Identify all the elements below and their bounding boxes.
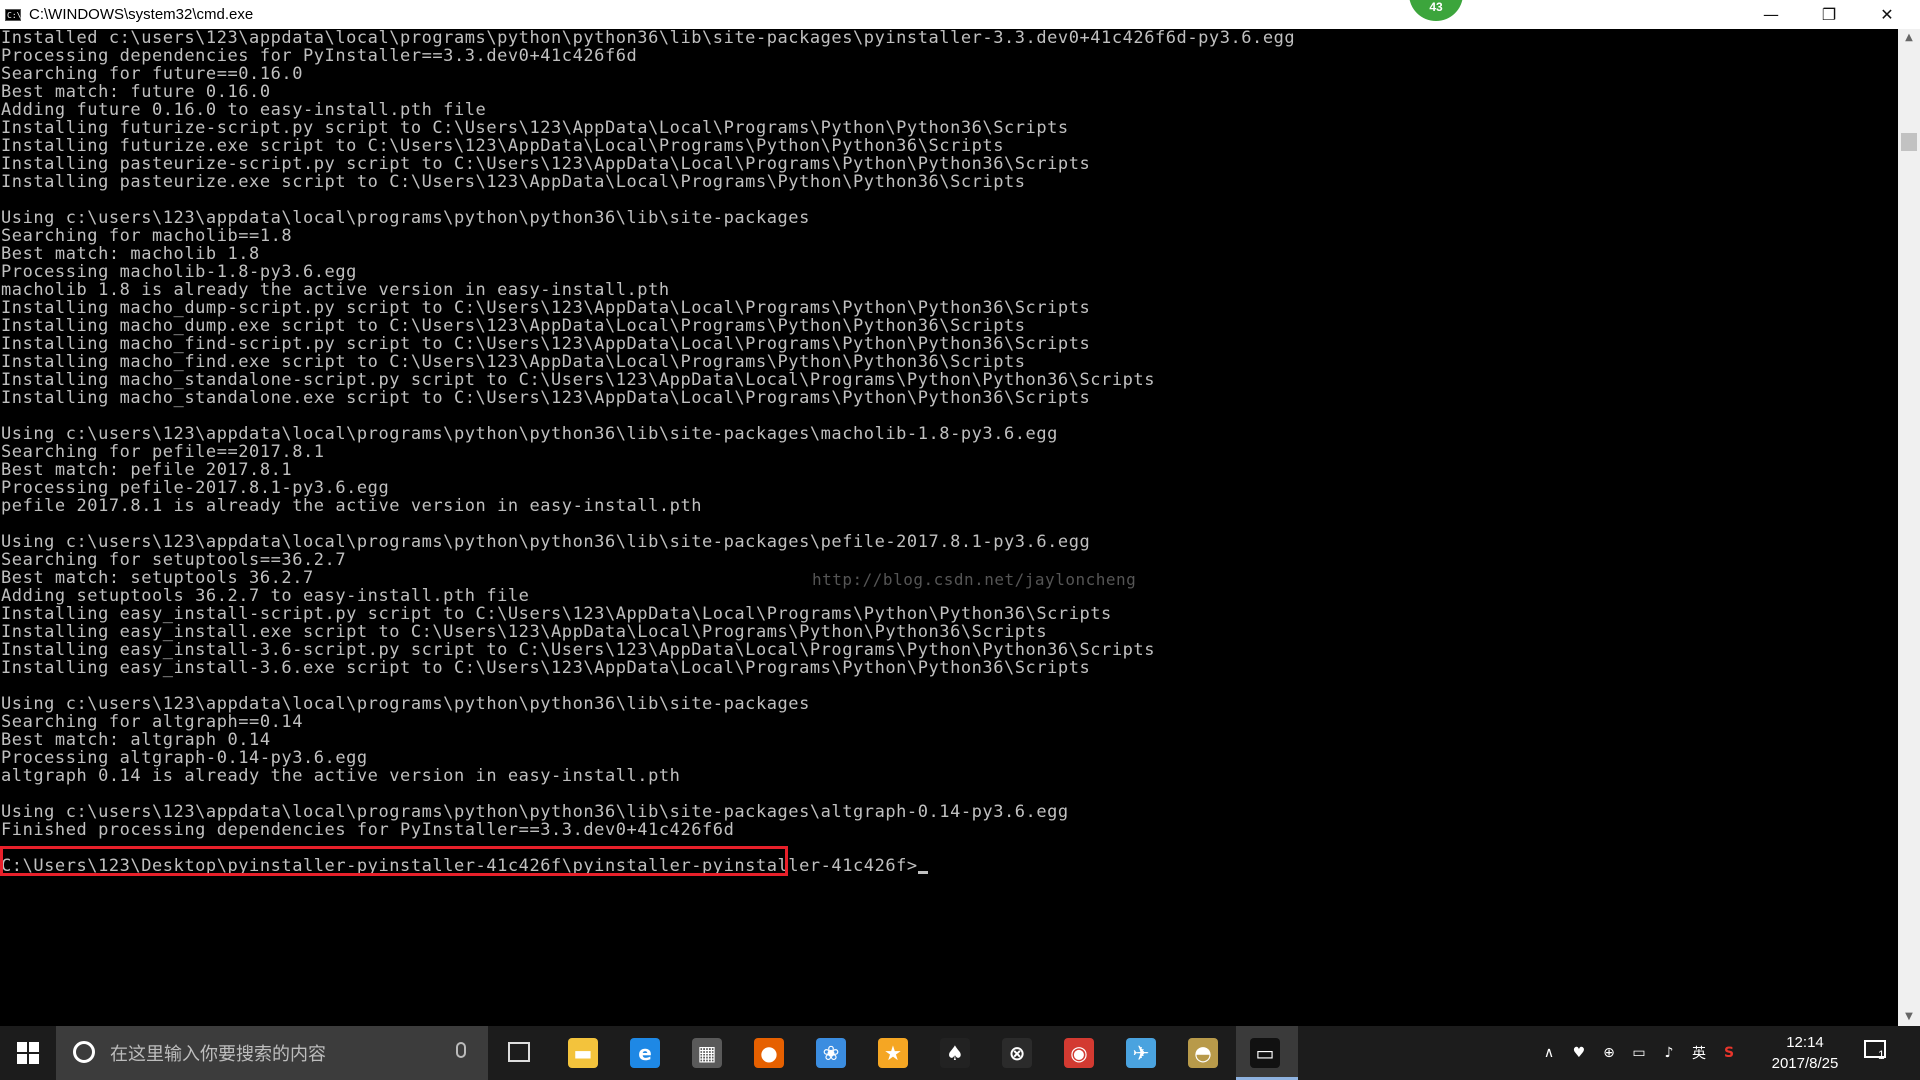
console-line: Best match: macholib 1.8 <box>1 244 260 264</box>
search-box[interactable] <box>56 1026 488 1080</box>
floating-badge[interactable]: 43 <box>1409 0 1463 21</box>
xbox-icon[interactable]: ⊗ <box>997 1033 1037 1073</box>
highlight-box <box>0 846 788 876</box>
console-line: Processing macholib-1.8-py3.6.egg <box>1 262 357 282</box>
clock[interactable]: 12:14 2017/8/25 <box>1760 1032 1850 1074</box>
text-cursor <box>917 871 928 874</box>
clock-date: 2017/8/25 <box>1771 1055 1839 1072</box>
volume-icon[interactable]: ♪ <box>1658 1042 1680 1064</box>
console-line: Adding setuptools 36.2.7 to easy-install… <box>1 586 530 606</box>
console-line: Installing macho_standalone-script.py sc… <box>1 370 1155 390</box>
store-icon[interactable]: ▦ <box>687 1033 727 1073</box>
start-button[interactable] <box>0 1026 56 1080</box>
console-line: Adding future 0.16.0 to easy-install.pth… <box>1 100 487 120</box>
windows-logo-icon <box>17 1042 39 1064</box>
scroll-down-arrow-icon[interactable]: ▼ <box>1898 1008 1920 1026</box>
taskbar: ▬ e ▦ ● ❀ ★ ♠ ⊗ ◉ ✈ ◓ ▭ ∧ ♥ ⊕ ▭ ♪ 英S 12:14 2017/8/25 1 <box>0 1026 1920 1080</box>
file-explorer-icon[interactable]: ▬ <box>563 1033 603 1073</box>
console-line: Using c:\users\123\appdata\local\program… <box>1 208 810 228</box>
console-line: Best match: future 0.16.0 <box>1 82 271 102</box>
console-line: Processing altgraph-0.14-py3.6.egg <box>1 748 368 768</box>
notification-center-icon[interactable]: 1 <box>1864 1040 1890 1064</box>
console-line: Using c:\users\123\appdata\local\program… <box>1 694 810 714</box>
console-line: Searching for macholib==1.8 <box>1 226 293 246</box>
console-line: Best match: altgraph 0.14 <box>1 730 271 750</box>
scroll-up-arrow-icon[interactable]: ▲ <box>1898 29 1920 47</box>
console-line: Searching for future==0.16.0 <box>1 64 303 84</box>
tray-app-icon[interactable]: ♥ <box>1568 1042 1590 1064</box>
console-line: Installing easy_install-script.py script… <box>1 604 1112 624</box>
console-line: Installing macho_find-script.py script t… <box>1 334 1091 354</box>
cortana-icon[interactable] <box>73 1041 95 1063</box>
title-bar: C:\ C:\WINDOWS\system32\cmd.exe 43 — ❐ ✕ <box>0 0 1920 29</box>
console-line: Installing easy_install.exe script to C:… <box>1 622 1048 642</box>
console-line: Using c:\users\123\appdata\local\program… <box>1 424 1058 444</box>
console-line: Using c:\users\123\appdata\local\program… <box>1 532 1091 552</box>
watermark: http://blog.csdn.net/jayloncheng <box>812 570 1137 589</box>
edge-icon[interactable]: e <box>625 1033 665 1073</box>
console-line: Installing pasteurize-script.py script t… <box>1 154 1091 174</box>
battery-icon[interactable]: ▭ <box>1628 1042 1650 1064</box>
cmd-icon[interactable]: ▭ <box>1245 1033 1285 1073</box>
console-line: Processing dependencies for PyInstaller=… <box>1 46 638 66</box>
sogou-icon[interactable]: S <box>1718 1042 1740 1064</box>
console-line: pefile 2017.8.1 is already the active ve… <box>1 496 703 516</box>
console-line: Installing futurize-script.py script to … <box>1 118 1069 138</box>
firefox-icon[interactable]: ● <box>749 1033 789 1073</box>
qq-icon[interactable]: ♠ <box>935 1033 975 1073</box>
scroll-thumb[interactable] <box>1901 133 1917 151</box>
close-button[interactable]: ✕ <box>1858 0 1916 29</box>
console-line: Installing futurize.exe script to C:\Use… <box>1 136 1004 156</box>
console-line: Best match: pefile 2017.8.1 <box>1 460 293 480</box>
tray-plus-icon[interactable]: ⊕ <box>1598 1042 1620 1064</box>
console-line: Best match: setuptools 36.2.7 <box>1 568 314 588</box>
console-line: macholib 1.8 is already the active versi… <box>1 280 670 300</box>
console-line: Installing macho_dump-script.py script t… <box>1 298 1091 318</box>
console-line: Using c:\users\123\appdata\local\program… <box>1 802 1069 822</box>
console-line: Installing easy_install-3.6-script.py sc… <box>1 640 1155 660</box>
console-text: Installed c:\users\123\appdata\local\pro… <box>0 29 1898 875</box>
microphone-icon[interactable] <box>456 1042 466 1058</box>
ime-icon[interactable]: 英 <box>1688 1042 1710 1064</box>
window-title: C:\WINDOWS\system32\cmd.exe <box>29 6 254 23</box>
console-line: Searching for altgraph==0.14 <box>1 712 303 732</box>
minimize-button[interactable]: — <box>1742 0 1800 29</box>
console-line: Installing macho_standalone.exe script t… <box>1 388 1091 408</box>
task-view-icon[interactable] <box>508 1042 530 1062</box>
feather-icon[interactable]: ✈ <box>1121 1033 1161 1073</box>
baidu-netdisk-icon[interactable]: ❀ <box>811 1033 851 1073</box>
search-input[interactable] <box>108 1039 442 1069</box>
console-line: Searching for pefile==2017.8.1 <box>1 442 325 462</box>
system-tray: ∧ ♥ ⊕ ▭ ♪ 英 S <box>1538 1026 1748 1080</box>
console-line: Installing easy_install-3.6.exe script t… <box>1 658 1091 678</box>
console-line: Processing pefile-2017.8.1-py3.6.egg <box>1 478 390 498</box>
game-icon[interactable]: ◓ <box>1183 1033 1223 1073</box>
cmd-app-icon[interactable]: C:\ <box>5 8 21 21</box>
console-line: Installing macho_dump.exe script to C:\U… <box>1 316 1026 336</box>
console-line: Installing pasteurize.exe script to C:\U… <box>1 172 1026 192</box>
vertical-scrollbar[interactable]: ▲ ▼ <box>1898 29 1920 1026</box>
console-output[interactable]: Installed c:\users\123\appdata\local\pro… <box>0 29 1898 1026</box>
tray-expand-icon[interactable]: ∧ <box>1538 1042 1560 1064</box>
console-line: Finished processing dependencies for PyI… <box>1 820 735 840</box>
browser-icon[interactable]: ★ <box>873 1033 913 1073</box>
console-line: altgraph 0.14 is already the active vers… <box>1 766 681 786</box>
notification-count: 1 <box>1878 1048 1885 1062</box>
console-line: Searching for setuptools==36.2.7 <box>1 550 347 570</box>
maximize-button[interactable]: ❐ <box>1800 0 1858 29</box>
console-line: Installing macho_find.exe script to C:\U… <box>1 352 1026 372</box>
clock-time: 12:14 <box>1786 1034 1824 1051</box>
netease-music-icon[interactable]: ◉ <box>1059 1033 1099 1073</box>
